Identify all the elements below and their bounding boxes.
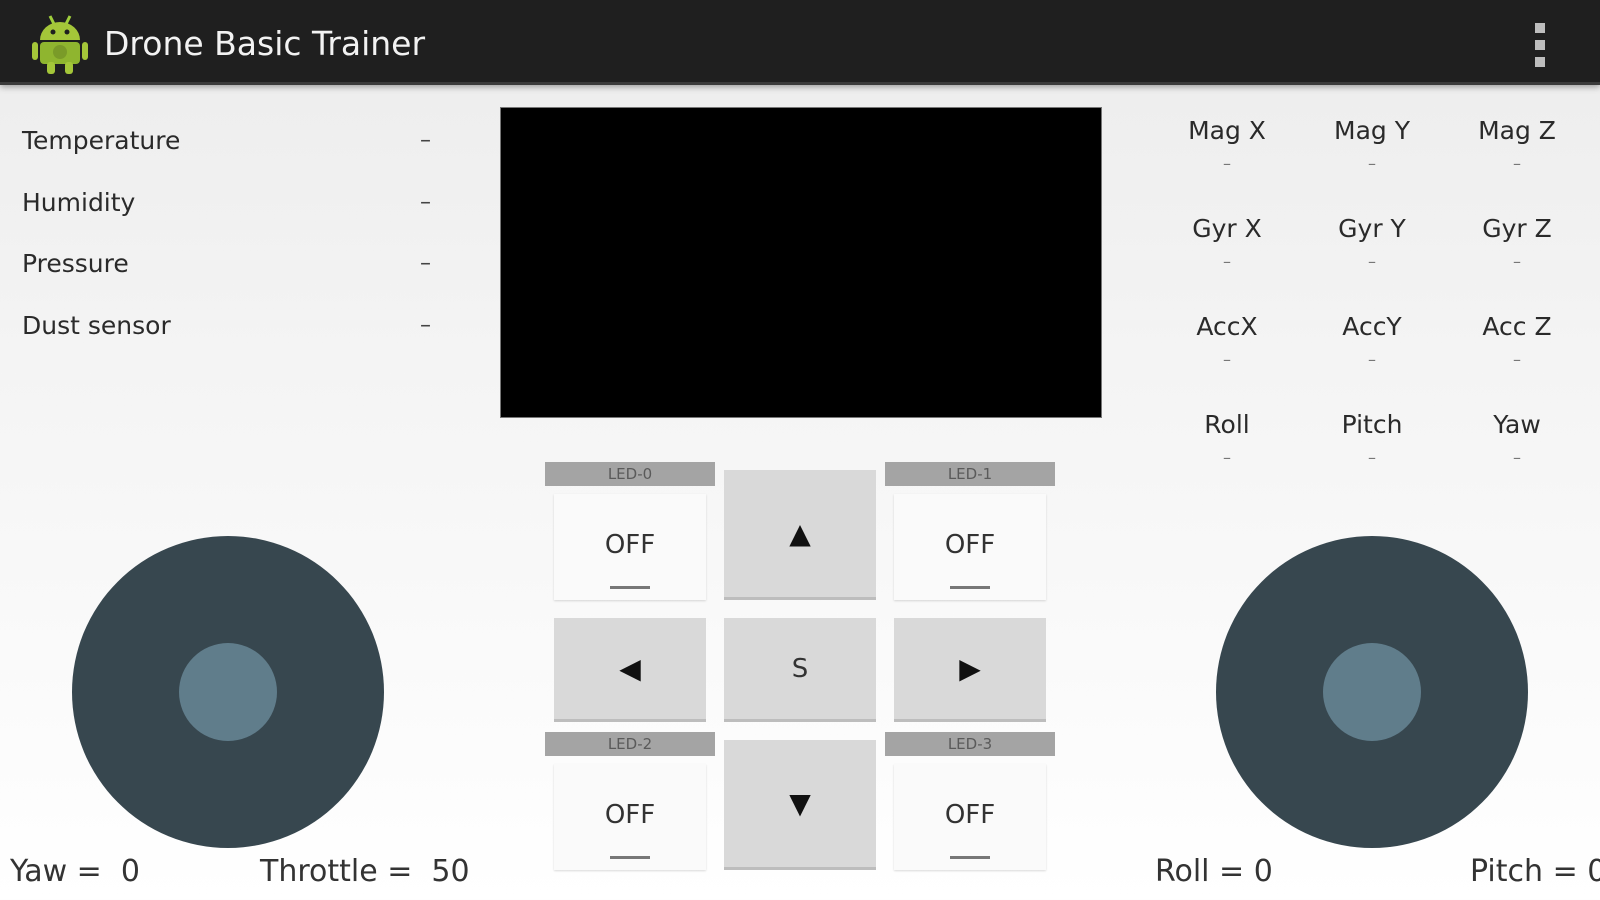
imu-label-mag-z: Mag Z	[1478, 116, 1556, 145]
imu-label-gyr-z: Gyr Z	[1482, 214, 1552, 243]
led-0-state: OFF	[604, 530, 656, 560]
led-3-state: OFF	[944, 800, 996, 830]
led-2-toggle-button[interactable]: OFF	[554, 764, 706, 870]
led-1-header: LED-1	[885, 462, 1055, 486]
imu-value-gyr-z: –	[1513, 252, 1521, 271]
imu-value-acc-y: –	[1368, 350, 1376, 369]
imu-value-mag-z: –	[1513, 154, 1521, 173]
led-3-indicator	[950, 856, 990, 859]
arrow-right-icon: ▶	[959, 652, 981, 685]
imu-label-acc-x: AccX	[1196, 312, 1258, 341]
left-joystick[interactable]	[72, 536, 384, 848]
led-3-header: LED-3	[885, 732, 1055, 756]
imu-label-roll: Roll	[1204, 410, 1250, 439]
imu-value-yaw: –	[1513, 448, 1521, 467]
env-value-temperature: –	[420, 128, 431, 153]
led-1-toggle-button[interactable]: OFF	[894, 494, 1046, 600]
led-2-state: OFF	[604, 800, 656, 830]
imu-label-yaw: Yaw	[1493, 410, 1541, 439]
roll-readout: Roll = 0	[1155, 854, 1273, 889]
stop-button[interactable]: S	[724, 618, 876, 722]
left-joystick-knob[interactable]	[179, 643, 277, 741]
imu-value-acc-z: –	[1513, 350, 1521, 369]
overflow-menu-icon[interactable]	[1520, 20, 1560, 70]
imu-value-pitch: –	[1368, 448, 1376, 467]
env-label-humidity: Humidity	[22, 188, 136, 217]
imu-label-acc-y: AccY	[1342, 312, 1402, 341]
env-label-dust-sensor: Dust sensor	[22, 311, 171, 340]
led-2-header: LED-2	[545, 732, 715, 756]
arrow-left-icon: ◀	[619, 652, 641, 685]
arrow-down-icon: ▼	[789, 787, 811, 820]
yaw-readout: Yaw = 0	[10, 854, 140, 889]
imu-label-mag-x: Mag X	[1188, 116, 1266, 145]
imu-label-acc-z: Acc Z	[1482, 312, 1552, 341]
imu-value-acc-x: –	[1223, 350, 1231, 369]
led-0-header: LED-0	[545, 462, 715, 486]
led-1-indicator	[950, 586, 990, 589]
env-label-pressure: Pressure	[22, 249, 129, 278]
env-value-humidity: –	[420, 190, 431, 215]
app-title: Drone Basic Trainer	[104, 24, 426, 63]
env-value-pressure: –	[420, 251, 431, 276]
imu-value-mag-x: –	[1223, 154, 1231, 173]
imu-value-roll: –	[1223, 448, 1231, 467]
led-0-toggle-button[interactable]: OFF	[554, 494, 706, 600]
imu-value-mag-y: –	[1368, 154, 1376, 173]
right-button[interactable]: ▶	[894, 618, 1046, 722]
android-robot-icon	[32, 15, 88, 74]
right-joystick[interactable]	[1216, 536, 1528, 848]
arrow-up-icon: ▲	[789, 517, 811, 550]
imu-value-gyr-x: –	[1223, 252, 1231, 271]
right-joystick-knob[interactable]	[1323, 643, 1421, 741]
imu-label-pitch: Pitch	[1341, 410, 1403, 439]
left-button[interactable]: ◀	[554, 618, 706, 722]
led-3-toggle-button[interactable]: OFF	[894, 764, 1046, 870]
camera-display	[500, 107, 1102, 418]
forward-button[interactable]: ▲	[724, 470, 876, 600]
throttle-readout: Throttle = 50	[260, 854, 470, 889]
led-0-indicator	[610, 586, 650, 589]
env-value-dust-sensor: –	[420, 313, 431, 338]
imu-value-gyr-y: –	[1368, 252, 1376, 271]
led-1-state: OFF	[944, 530, 996, 560]
imu-label-gyr-x: Gyr X	[1192, 214, 1262, 243]
pitch-readout: Pitch = 0	[1470, 854, 1600, 889]
backward-button[interactable]: ▼	[724, 740, 876, 870]
stop-label: S	[791, 653, 809, 684]
led-2-indicator	[610, 856, 650, 859]
imu-label-gyr-y: Gyr Y	[1338, 214, 1406, 243]
action-bar: Drone Basic Trainer	[0, 0, 1600, 85]
env-label-temperature: Temperature	[22, 126, 181, 155]
imu-label-mag-y: Mag Y	[1334, 116, 1410, 145]
